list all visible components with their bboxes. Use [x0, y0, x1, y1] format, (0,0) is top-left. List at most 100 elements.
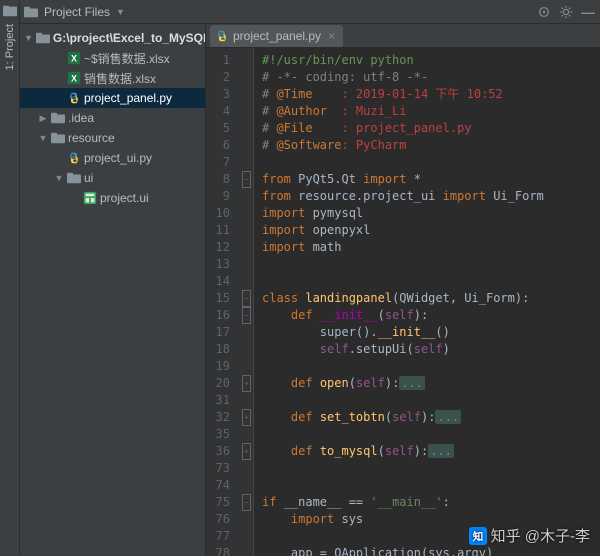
code-line[interactable]: from PyQt5.Qt import *: [262, 171, 600, 188]
fold-minus-icon[interactable]: −: [242, 290, 251, 307]
chevron-down-icon[interactable]: ▼: [116, 7, 125, 17]
tree-item[interactable]: project_panel.py: [20, 88, 205, 108]
code-line[interactable]: # @Time : 2019-01-14 下午 10:52: [262, 86, 600, 103]
code-line[interactable]: import pymysql: [262, 205, 600, 222]
chevron-down-icon[interactable]: [54, 173, 64, 183]
tree-item[interactable]: ui: [20, 168, 205, 188]
line-number: 2: [212, 69, 230, 86]
code-line[interactable]: # @Software: PyCharm: [262, 137, 600, 154]
project-root-label: G:\project\Excel_to_MySQL: [53, 31, 206, 45]
tool-window-tab-label: 1: Project: [4, 24, 16, 70]
collapse-target-icon[interactable]: [536, 4, 552, 20]
chevron-down-icon[interactable]: [38, 133, 48, 143]
code-line[interactable]: [262, 273, 600, 290]
excel-icon: X: [67, 71, 81, 85]
code-line[interactable]: self.setupUi(self): [262, 341, 600, 358]
folder-icon: [36, 31, 50, 45]
tree-item[interactable]: .idea: [20, 108, 205, 128]
code-line[interactable]: super().__init__(): [262, 324, 600, 341]
code-line[interactable]: [262, 477, 600, 494]
line-number: 13: [212, 256, 230, 273]
code-line[interactable]: if __name__ == '__main__':: [262, 494, 600, 511]
excel-icon: X: [67, 51, 81, 65]
fold-plus-icon[interactable]: +: [242, 375, 251, 392]
code-line[interactable]: # -*- coding: utf-8 -*-: [262, 69, 600, 86]
code-line[interactable]: # @File : project_panel.py: [262, 120, 600, 137]
code-line[interactable]: def open(self):...: [262, 375, 600, 392]
code-line[interactable]: class landingpanel(QWidget, Ui_Form):: [262, 290, 600, 307]
close-icon[interactable]: ×: [328, 29, 335, 43]
code-line[interactable]: [262, 154, 600, 171]
line-number: 4: [212, 103, 230, 120]
code-line[interactable]: [262, 358, 600, 375]
line-number: 74: [212, 477, 230, 494]
line-number: 3: [212, 86, 230, 103]
code-line[interactable]: from resource.project_ui import Ui_Form: [262, 188, 600, 205]
python-icon: [216, 30, 228, 42]
chevron-down-icon[interactable]: [24, 33, 33, 43]
code-line[interactable]: [262, 460, 600, 477]
folder-icon: [51, 131, 65, 145]
project-tree[interactable]: G:\project\Excel_to_MySQL X ~$销售数据.xlsxX销…: [20, 24, 206, 556]
tree-item[interactable]: project_ui.py: [20, 148, 205, 168]
tool-window-tab-project[interactable]: 1: Project: [0, 0, 20, 556]
fold-minus-icon[interactable]: −: [242, 307, 251, 324]
project-icon: [3, 4, 17, 18]
line-number: 14: [212, 273, 230, 290]
fold-minus-icon[interactable]: −: [242, 171, 251, 188]
editor-tab[interactable]: project_panel.py ×: [210, 25, 343, 47]
python-icon: [67, 152, 81, 164]
line-number: 15: [212, 290, 230, 307]
project-panel-title[interactable]: Project Files: [44, 5, 110, 19]
hide-panel-icon[interactable]: —: [580, 4, 596, 20]
line-number: 17: [212, 324, 230, 341]
folder-icon: [67, 171, 81, 185]
project-root[interactable]: G:\project\Excel_to_MySQL: [20, 28, 205, 48]
tree-item-label: resource: [68, 131, 115, 145]
code-line[interactable]: [262, 528, 600, 545]
editor-area: project_panel.py × 123456789101112131415…: [206, 24, 600, 556]
uifile-icon: [83, 191, 97, 205]
code-line[interactable]: [262, 426, 600, 443]
code-line[interactable]: [262, 392, 600, 409]
code-line[interactable]: # @Author : Muzi_Li: [262, 103, 600, 120]
fold-plus-icon[interactable]: +: [242, 443, 251, 460]
code-line[interactable]: import openpyxl: [262, 222, 600, 239]
code-editor[interactable]: 1234567891011121314151617181920313235367…: [206, 48, 600, 556]
editor-tab-label: project_panel.py: [233, 29, 321, 43]
line-number: 31: [212, 392, 230, 409]
code-line[interactable]: def set_tobtn(self):...: [262, 409, 600, 426]
tree-item[interactable]: X ~$销售数据.xlsx: [20, 48, 205, 68]
svg-text:X: X: [71, 54, 77, 64]
tree-item[interactable]: project.ui: [20, 188, 205, 208]
line-number: 75: [212, 494, 230, 511]
fold-plus-icon[interactable]: +: [242, 409, 251, 426]
svg-text:X: X: [71, 74, 77, 84]
code-line[interactable]: #!/usr/bin/env python: [262, 52, 600, 69]
line-number: 12: [212, 239, 230, 256]
tree-item[interactable]: X销售数据.xlsx: [20, 68, 205, 88]
chevron-right-icon[interactable]: [38, 113, 48, 124]
code-line[interactable]: import sys: [262, 511, 600, 528]
line-number: 10: [212, 205, 230, 222]
line-number: 73: [212, 460, 230, 477]
code-line[interactable]: def __init__(self):: [262, 307, 600, 324]
line-number: 20: [212, 375, 230, 392]
line-number: 5: [212, 120, 230, 137]
fold-minus-icon[interactable]: −: [242, 494, 251, 511]
code-line[interactable]: [262, 256, 600, 273]
line-number: 7: [212, 154, 230, 171]
line-number: 77: [212, 528, 230, 545]
project-panel-header: Project Files ▼ —: [20, 0, 600, 24]
code-line[interactable]: import math: [262, 239, 600, 256]
tree-item[interactable]: resource: [20, 128, 205, 148]
folder-icon: [24, 5, 38, 19]
tree-item-label: ~$销售数据.xlsx: [84, 50, 170, 67]
code-line[interactable]: def to_mysql(self):...: [262, 443, 600, 460]
code-content[interactable]: #!/usr/bin/env python# -*- coding: utf-8…: [254, 48, 600, 556]
gear-icon[interactable]: [558, 4, 574, 20]
editor-tab-bar: project_panel.py ×: [206, 24, 600, 48]
code-line[interactable]: app = QApplication(sys.argv): [262, 545, 600, 556]
fold-gutter[interactable]: −−−+++−: [240, 48, 254, 556]
tree-item-label: project_panel.py: [84, 91, 172, 105]
